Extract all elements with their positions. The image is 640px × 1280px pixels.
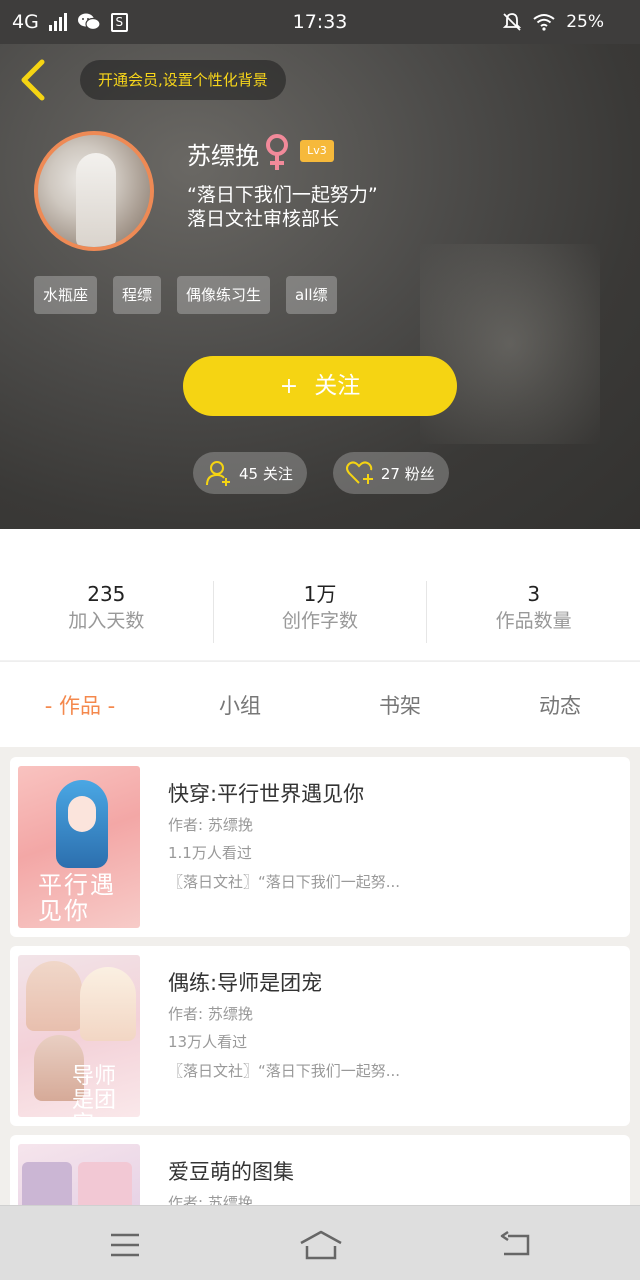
social-counts: 45 关注 27 粉丝 (193, 452, 449, 494)
menu-icon (111, 1233, 139, 1257)
stat-value: 3 (527, 582, 541, 606)
tab-groups[interactable]: 小组 (160, 690, 320, 720)
following-count: 45 关注 (239, 464, 293, 483)
profile-header: 开通会员,设置个性化背景 苏缥挽 Lv3 “落日下我们一起努力” 落日文社审核部… (0, 44, 640, 529)
chevron-left-icon (21, 59, 45, 101)
work-author: 作者: 苏缥挽 (168, 1005, 253, 1023)
wechat-icon (77, 13, 101, 31)
signal-icon (48, 13, 67, 31)
app-notification-icon: S (110, 12, 128, 32)
cover-text: 平行遇见你 (38, 871, 116, 925)
silent-bell-icon (503, 13, 522, 31)
person-plus-icon (206, 461, 230, 486)
system-nav-bar (0, 1205, 640, 1280)
stat-label: 作品数量 (495, 610, 572, 632)
work-cover: 导师是团宠 (18, 955, 140, 1117)
wifi-icon (533, 14, 555, 31)
stat-work-count: 3 作品数量 (427, 581, 640, 643)
cover-text: 导师是团宠 (72, 1064, 117, 1118)
network-type: 4G (12, 11, 39, 33)
tab-works[interactable]: - 作品 - (0, 690, 160, 720)
battery-level: 25% (566, 12, 604, 32)
following-button[interactable]: 45 关注 (193, 452, 307, 494)
work-author: 作者: 苏缥挽 (168, 1194, 253, 1205)
follow-label: 关注 (314, 373, 361, 399)
username: 苏缥挽 (187, 142, 259, 170)
stat-label: 创作字数 (282, 610, 359, 632)
work-views: 1.1万人看过 (168, 844, 252, 862)
heart-plus-icon (345, 461, 373, 484)
tag-item[interactable]: 程缥 (113, 276, 162, 314)
work-card[interactable]: 爱豆萌的图集 作者: 苏缥挽 (10, 1135, 630, 1205)
bio-line-1: “落日下我们一起努力” (187, 184, 378, 206)
work-cover: 平行遇见你 (18, 766, 140, 928)
nav-menu-button[interactable] (105, 1228, 145, 1262)
work-club: 〖落日文社〗“落日下我们一起努... (168, 873, 401, 891)
home-icon (300, 1230, 342, 1260)
work-title: 爱豆萌的图集 (168, 1160, 294, 1184)
plus-icon: + (279, 374, 299, 399)
work-card[interactable]: 平行遇见你 快穿:平行世界遇见你 作者: 苏缥挽 1.1万人看过 〖落日文社〗“… (10, 757, 630, 937)
tag-item[interactable]: 水瓶座 (34, 276, 98, 314)
stat-label: 加入天数 (68, 610, 145, 632)
bio-line-2: 落日文社审核部长 (187, 208, 340, 230)
avatar[interactable] (34, 131, 154, 251)
work-author: 作者: 苏缥挽 (168, 816, 253, 834)
work-card[interactable]: 导师是团宠 偶练:导师是团宠 作者: 苏缥挽 13万人看过 〖落日文社〗“落日下… (10, 946, 630, 1126)
nav-back-button[interactable] (496, 1228, 536, 1262)
status-bar: 4G S 17:33 25% (0, 0, 640, 44)
nav-home-button[interactable] (298, 1228, 344, 1262)
back-button[interactable] (16, 58, 52, 102)
stat-join-days: 235 加入天数 (0, 581, 214, 643)
work-title: 快穿:平行世界遇见你 (168, 782, 365, 806)
fans-button[interactable]: 27 粉丝 (332, 452, 449, 494)
profile-stats: 235 加入天数 1万 创作字数 3 作品数量 (0, 529, 640, 660)
profile-bio: “落日下我们一起努力” 落日文社审核部长 (187, 183, 378, 231)
fans-count: 27 粉丝 (380, 464, 435, 483)
tag-item[interactable]: all缥 (286, 276, 337, 314)
work-cover (18, 1144, 140, 1205)
work-views: 13万人看过 (168, 1033, 248, 1051)
stat-value: 1万 (303, 582, 337, 606)
work-club: 〖落日文社〗“落日下我们一起努... (168, 1062, 401, 1080)
female-symbol-icon (266, 134, 288, 170)
level-badge: Lv3 (300, 140, 334, 162)
tab-bookshelf[interactable]: 书架 (320, 690, 480, 720)
stat-value: 235 (87, 582, 126, 606)
tab-activity[interactable]: 动态 (480, 690, 640, 720)
tag-item[interactable]: 偶像练习生 (177, 276, 271, 314)
back-arrow-icon (500, 1230, 530, 1256)
stat-word-count: 1万 创作字数 (214, 581, 428, 643)
follow-button[interactable]: + 关注 (183, 356, 457, 416)
works-list: 平行遇见你 快穿:平行世界遇见你 作者: 苏缥挽 1.1万人看过 〖落日文社〗“… (0, 747, 640, 1205)
profile-tabs: - 作品 - 小组 书架 动态 (0, 661, 640, 747)
battery-moon-icon (617, 15, 624, 29)
vip-background-button[interactable]: 开通会员,设置个性化背景 (80, 60, 286, 100)
tag-list: 水瓶座 程缥 偶像练习生 all缥 (34, 276, 337, 314)
work-title: 偶练:导师是团宠 (168, 971, 323, 995)
